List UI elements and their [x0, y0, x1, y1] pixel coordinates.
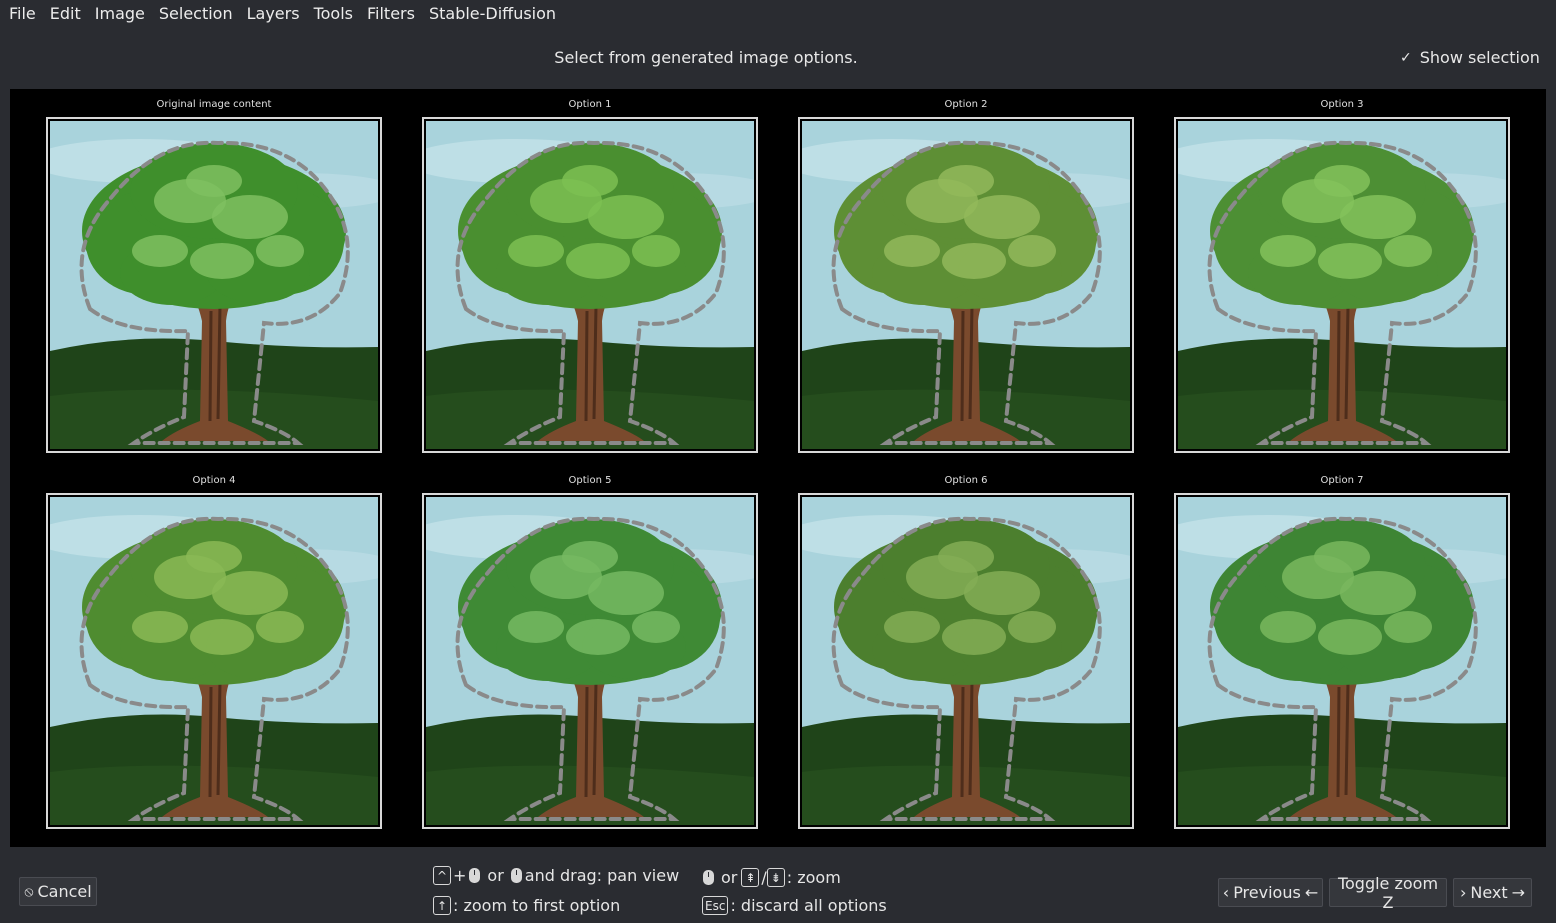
middle-mouse-icon: [510, 868, 522, 883]
option-image-frame[interactable]: [46, 117, 382, 453]
toggle-zoom-button[interactable]: Toggle zoom Z: [1329, 874, 1447, 912]
pan-text: and drag: pan view: [524, 866, 680, 885]
show-selection-checkbox[interactable]: ✓ Show selection: [1400, 48, 1540, 67]
option-cell-1[interactable]: Option 1: [422, 89, 758, 453]
option-cell-4[interactable]: Option 4: [46, 465, 382, 829]
toggle-zoom-label: Toggle zoom Z: [1337, 873, 1439, 912]
first-option-text: : zoom to first option: [453, 896, 621, 915]
option-grid: Original image content Option 1 Option 2…: [10, 89, 1546, 847]
instruction-text: Select from generated image options.: [554, 48, 858, 67]
menu-tools[interactable]: Tools: [307, 0, 360, 27]
option-label: Option 5: [568, 475, 612, 486]
menu-layers[interactable]: Layers: [240, 0, 307, 27]
option-image-frame[interactable]: [1174, 493, 1510, 829]
option-image-frame[interactable]: [1174, 117, 1510, 453]
zoom-text: : zoom: [786, 868, 841, 887]
cancel-icon: ⦸: [24, 883, 34, 900]
option-label: Option 4: [192, 475, 236, 486]
pan-or-text: or: [487, 866, 504, 885]
discard-text: : discard all options: [730, 896, 887, 915]
option-cell-2[interactable]: Option 2: [798, 89, 1134, 453]
menu-file[interactable]: File: [2, 0, 43, 27]
checkmark-icon: ✓: [1400, 49, 1412, 66]
tree-image: [50, 121, 378, 449]
option-image-frame[interactable]: [798, 117, 1134, 453]
next-label: Next: [1470, 883, 1508, 902]
menu-stable-diffusion[interactable]: Stable-Diffusion: [422, 0, 563, 27]
option-label: Option 1: [568, 99, 612, 110]
arrow-left-icon: ←: [1304, 883, 1319, 902]
arrow-right-icon: →: [1511, 883, 1526, 902]
arrow-up-key-icon: ↑: [433, 896, 451, 915]
menu-filters[interactable]: Filters: [360, 0, 422, 27]
option-label: Option 2: [944, 99, 988, 110]
pan-hint: ^ + or and drag: pan view: [433, 866, 679, 885]
tree-image: [426, 121, 754, 449]
zoom-or-text: or: [721, 868, 738, 887]
ctrl-key-icon: ^: [433, 866, 451, 885]
esc-key-icon: Esc: [702, 896, 729, 915]
scroll-wheel-icon: [703, 870, 714, 885]
show-selection-label: Show selection: [1419, 48, 1540, 67]
previous-label: Previous: [1233, 883, 1301, 902]
tree-image: [50, 497, 378, 825]
option-image-frame[interactable]: [422, 493, 758, 829]
tree-image: [426, 497, 754, 825]
menu-selection[interactable]: Selection: [152, 0, 240, 27]
chevron-right-icon: ›: [1459, 883, 1467, 902]
page-down-key-icon: ⇟: [766, 868, 785, 887]
discard-hint: Esc : discard all options: [702, 896, 887, 915]
option-image-frame[interactable]: [798, 493, 1134, 829]
cancel-button[interactable]: ⦸ Cancel: [19, 877, 97, 906]
option-cell-7[interactable]: Option 7: [1174, 465, 1510, 829]
bottom-bar: ⦸ Cancel ^ + or and drag: pan view ↑ : zo…: [0, 850, 1556, 923]
mouse-icon: [469, 868, 481, 883]
option-label: Original image content: [156, 99, 272, 110]
option-cell-5[interactable]: Option 5: [422, 465, 758, 829]
first-option-hint: ↑ : zoom to first option: [433, 896, 620, 915]
tree-image: [802, 121, 1130, 449]
option-image-frame[interactable]: [422, 117, 758, 453]
tree-image: [802, 497, 1130, 825]
menu-image[interactable]: Image: [88, 0, 152, 27]
option-image-frame[interactable]: [46, 493, 382, 829]
zoom-sep: /: [761, 868, 767, 887]
menu-edit[interactable]: Edit: [43, 0, 88, 27]
option-label: Option 3: [1320, 99, 1364, 110]
option-cell-3[interactable]: Option 3: [1174, 89, 1510, 453]
next-button[interactable]: › Next →: [1453, 878, 1532, 907]
chevron-left-icon: ‹: [1222, 883, 1230, 902]
zoom-hint: or ⇞ / ⇟ : zoom: [700, 868, 841, 887]
tree-image: [1178, 497, 1506, 825]
cancel-label: Cancel: [37, 882, 92, 901]
menu-bar: File Edit Image Selection Layers Tools F…: [0, 0, 1556, 27]
option-cell-6[interactable]: Option 6: [798, 465, 1134, 829]
option-cell-0[interactable]: Original image content: [46, 89, 382, 453]
tree-image: [1178, 121, 1506, 449]
option-label: Option 6: [944, 475, 988, 486]
option-label: Option 7: [1320, 475, 1364, 486]
previous-button[interactable]: ‹ Previous ←: [1218, 878, 1323, 907]
page-up-key-icon: ⇞: [741, 868, 760, 887]
